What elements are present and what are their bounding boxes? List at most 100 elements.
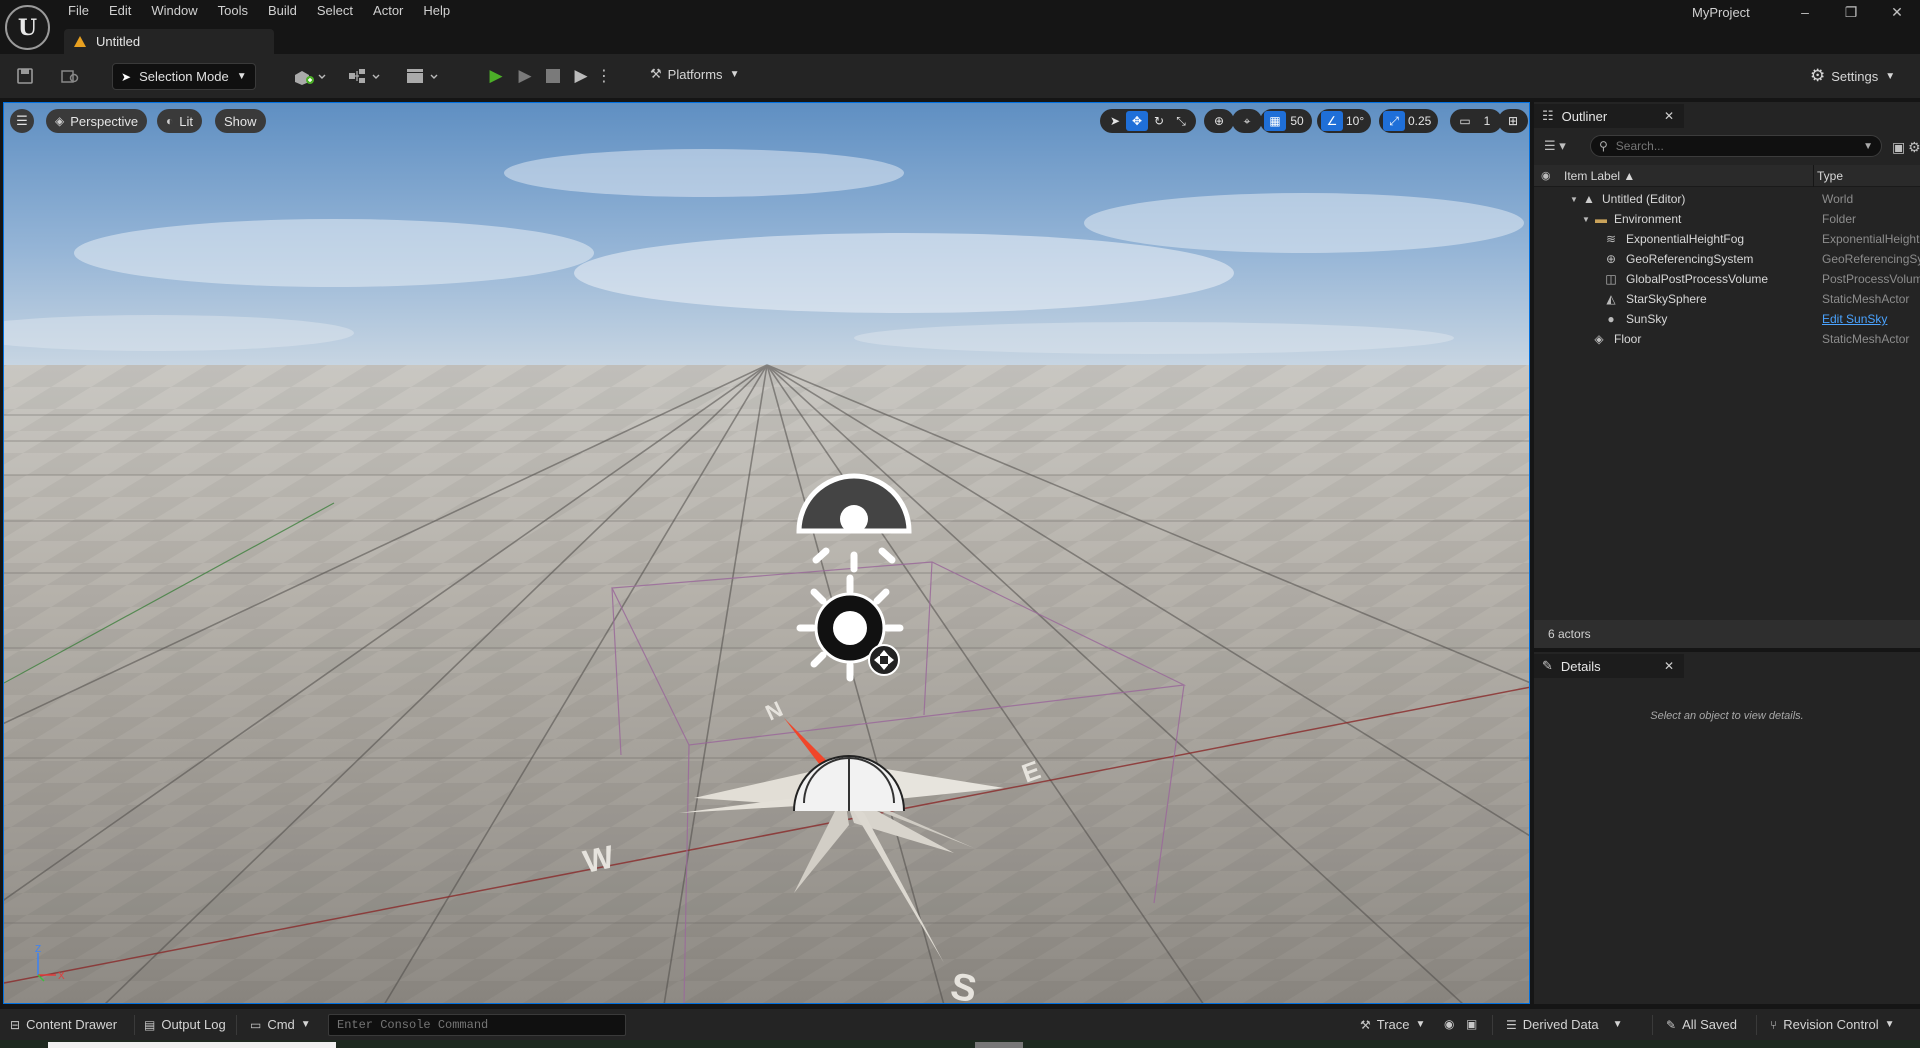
save-status-icon: ✎ [1666, 1017, 1677, 1032]
stop-icon[interactable] [543, 66, 563, 86]
platforms-button[interactable]: ⚒ Platforms ▼ [650, 66, 739, 82]
grid-snap-value[interactable]: 50 [1286, 111, 1308, 131]
sun-icon: ● [1607, 312, 1615, 326]
column-type[interactable]: Type [1817, 169, 1843, 183]
save-icon[interactable] [15, 66, 35, 86]
collapse-arrow-icon[interactable]: ▼ [1570, 195, 1580, 204]
tree-row[interactable]: ◈ Floor StaticMeshActor [1534, 329, 1920, 349]
outliner-tab[interactable]: ☷ Outliner ✕ [1534, 102, 1684, 128]
search-icon: ⚲ [1599, 139, 1608, 153]
console-command[interactable] [328, 1014, 626, 1036]
menu-actor[interactable]: Actor [363, 0, 413, 24]
tree-row[interactable]: ● SunSky Edit SunSky [1534, 309, 1920, 329]
outliner-search-input[interactable] [1615, 139, 1836, 153]
tree-row-type: PostProcessVolume [1822, 272, 1920, 286]
perspective-label: Perspective [70, 113, 139, 129]
level-viewport[interactable]: N E W S ☰ ◈ Perspective ◐ Lit Show ➤ ✥ ↻… [3, 102, 1530, 1004]
chevron-down-icon: ▼ [236, 71, 247, 82]
menu-tools[interactable]: Tools [208, 0, 258, 24]
step-icon[interactable]: ▶ [515, 66, 535, 86]
layout-icon[interactable]: ⊞ [1502, 111, 1524, 131]
play-options-icon[interactable]: ⋮ [596, 66, 612, 86]
eye-icon[interactable]: ◉ [1541, 169, 1551, 182]
menu-build[interactable]: Build [258, 0, 307, 24]
content-drawer-label: Content Drawer [26, 1017, 118, 1032]
scale-tool-icon[interactable]: ⤡ [1170, 111, 1192, 131]
collapse-arrow-icon[interactable]: ▼ [1582, 215, 1592, 224]
unreal-logo-icon[interactable]: U [5, 5, 50, 50]
viewport-scene[interactable]: N E W S [4, 103, 1530, 1004]
column-item-label[interactable]: Item Label ▲ [1564, 169, 1635, 183]
edit-sunsky-link[interactable]: Edit SunSky [1822, 312, 1920, 326]
tree-row[interactable]: ◫ GlobalPostProcessVolume PostProcessVol… [1534, 269, 1920, 289]
rotate-tool-icon[interactable]: ↻ [1148, 111, 1170, 131]
trace-button[interactable]: ⚒ Trace ▼ [1360, 1017, 1425, 1032]
revision-control-button[interactable]: ⑂ Revision Control ▼ [1770, 1017, 1894, 1032]
chevron-down-icon[interactable]: ▼ [1863, 141, 1873, 152]
menu-help[interactable]: Help [413, 0, 460, 24]
level-tab[interactable]: Untitled [64, 29, 274, 54]
scale-snap-value[interactable]: 0.25 [1405, 111, 1434, 131]
tree-row[interactable]: ⊕ GeoReferencingSystem GeoReferencingSys… [1534, 249, 1920, 269]
add-folder-icon[interactable]: ▣ [1892, 139, 1905, 156]
menu-select[interactable]: Select [307, 0, 363, 24]
close-window-icon[interactable]: ✕ [1874, 0, 1920, 24]
details-panel: ✎ Details ✕ Select an object to view det… [1534, 652, 1920, 1004]
tree-row[interactable]: ▼ ▲ Untitled (Editor) World [1534, 189, 1920, 209]
axis-indicator: Z X [35, 944, 65, 982]
add-actor-icon[interactable] [292, 66, 328, 86]
filter-icon[interactable]: ☰ ▾ [1544, 138, 1566, 154]
minimize-icon[interactable]: – [1782, 0, 1828, 24]
show-button[interactable]: Show [215, 109, 266, 133]
screenshot-icon[interactable]: ▣ [1466, 1017, 1483, 1031]
menu-edit[interactable]: Edit [99, 0, 141, 24]
blueprints-icon[interactable] [346, 66, 384, 86]
derived-data-button[interactable]: ☰ Derived Data ▼ [1506, 1017, 1623, 1032]
tree-row[interactable]: ▼ ▬ Environment Folder [1534, 209, 1920, 229]
eject-icon[interactable]: ▶ [571, 66, 591, 86]
menu-window[interactable]: Window [141, 0, 207, 24]
play-icon[interactable]: ▶ [486, 66, 506, 86]
perspective-button[interactable]: ◈ Perspective [46, 109, 148, 133]
selection-mode-dropdown[interactable]: ➤ Selection Mode ▼ [112, 63, 256, 90]
record-icon[interactable]: ◉ [1444, 1017, 1460, 1031]
platforms-icon: ⚒ [650, 66, 662, 81]
rotation-snap-icon[interactable]: ∠ [1321, 111, 1343, 131]
details-tab[interactable]: ✎ Details ✕ [1534, 652, 1684, 678]
move-tool-icon[interactable]: ✥ [1126, 111, 1148, 131]
menu-file[interactable]: File [58, 0, 99, 24]
tree-row[interactable]: ≋ ExponentialHeightFog ExponentialHeight… [1534, 229, 1920, 249]
tree-row-label: SunSky [1626, 312, 1668, 326]
lit-button[interactable]: ◐ Lit [157, 109, 202, 133]
content-drawer-button[interactable]: ⊟ Content Drawer [10, 1017, 117, 1032]
surface-snap-icon[interactable]: ⌖ [1236, 111, 1258, 131]
level-icon: ▲ [1583, 192, 1595, 206]
outliner-search[interactable]: ⚲ ▼ [1590, 135, 1882, 157]
cmd-label: Cmd [267, 1017, 295, 1032]
tree-row[interactable]: ◭ StarSkySphere StaticMeshActor [1534, 289, 1920, 309]
camera-speed-value[interactable]: 1 [1476, 111, 1498, 131]
camera-icon[interactable]: ▭ [1454, 111, 1476, 131]
settings-label: Settings [1831, 68, 1879, 84]
gear-icon[interactable]: ⚙ [1908, 139, 1920, 156]
select-tool-icon[interactable]: ➤ [1104, 111, 1126, 131]
axis-z-label: Z [35, 944, 41, 955]
settings-button[interactable]: ⚙ Settings ▼ [1810, 66, 1895, 86]
drawer-icon: ⊟ [10, 1017, 21, 1032]
status-bar: ⊟ Content Drawer ▤ Output Log ▭ Cmd ▼ ⚒ … [0, 1008, 1920, 1040]
scale-snap-icon[interactable]: ⤢ [1383, 111, 1405, 131]
browse-content-icon[interactable] [60, 66, 80, 86]
close-icon[interactable]: ✕ [1664, 659, 1674, 673]
rotation-snap-value[interactable]: 10° [1343, 111, 1367, 131]
cmd-dropdown[interactable]: ▭ Cmd ▼ [250, 1017, 311, 1032]
close-icon[interactable]: ✕ [1664, 109, 1674, 123]
console-input[interactable] [329, 1015, 625, 1035]
gear-icon: ⚙ [1810, 66, 1826, 85]
restore-icon[interactable]: ❐ [1828, 0, 1874, 24]
all-saved-button[interactable]: ✎ All Saved [1666, 1017, 1737, 1032]
cinematics-icon[interactable] [404, 66, 442, 86]
viewport-menu-icon[interactable]: ☰ [10, 109, 34, 133]
world-space-icon[interactable]: ⊕ [1208, 111, 1230, 131]
output-log-button[interactable]: ▤ Output Log [144, 1017, 226, 1032]
grid-snap-icon[interactable]: ▦ [1264, 111, 1286, 131]
